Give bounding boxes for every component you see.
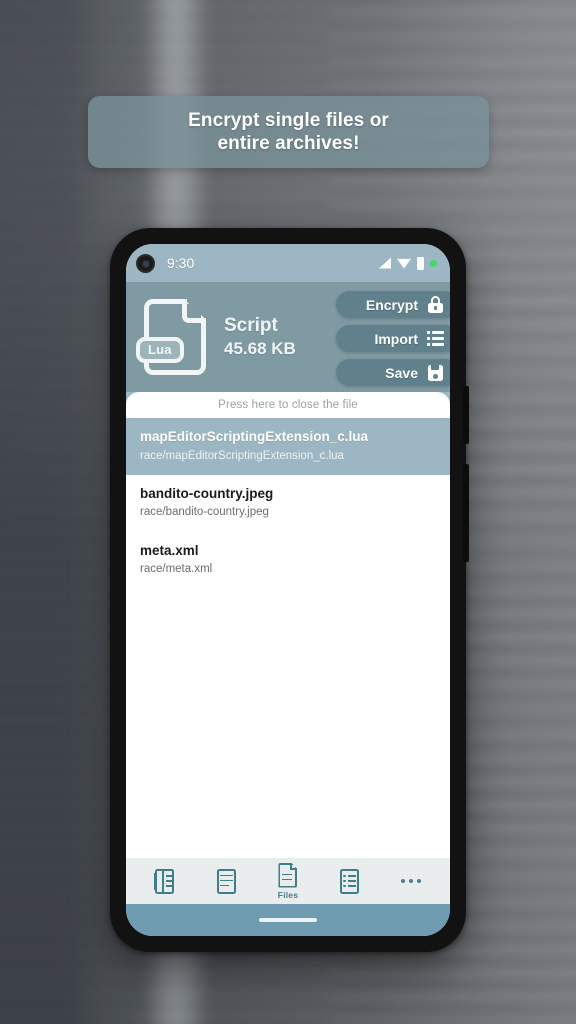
tab-more[interactable] [386,869,436,894]
battery-icon [417,256,424,270]
file-path: race/bandito-country.jpeg [140,506,269,519]
close-file-strip[interactable]: Press here to close the file [126,392,450,418]
promo-banner: Encrypt single files or entire archives! [88,96,489,168]
document-icon [215,868,238,894]
file-path: race/meta.xml [140,563,213,576]
promo-line-1: Encrypt single files or [188,109,389,131]
phone-mockup: 9:30 Lua Script 45.68 KB Encrypt Import … [110,228,469,952]
list-item[interactable]: mapEditorScriptingExtension_c.lua race/m… [126,418,450,475]
numbered-list-icon [427,330,444,347]
phone-side-button-power[interactable] [463,464,469,562]
promo-line-2: entire archives! [217,133,360,154]
files-page-icon [276,862,299,888]
home-indicator[interactable] [259,918,317,922]
lua-file-icon-badge: Lua [136,337,184,363]
file-list: mapEditorScriptingExtension_c.lua race/m… [126,418,450,858]
tab-files[interactable]: Files [263,862,313,900]
status-clock: 9:30 [167,255,195,271]
status-icon-group [379,256,437,270]
signal-icon [379,257,391,269]
save-button-label: Save [385,364,418,381]
file-path: race/mapEditorScriptingExtension_c.lua [140,449,344,462]
lua-file-icon: Lua [136,299,206,375]
tab-bullet-list[interactable] [325,868,375,894]
import-button[interactable]: Import [336,325,450,352]
status-bar: 9:30 [126,244,450,282]
file-meta: Script 45.68 KB [224,314,296,360]
action-button-stack: Encrypt Import Save [336,291,450,386]
file-header: Lua Script 45.68 KB Encrypt Import Save [126,282,450,392]
bullet-list-icon [338,868,361,894]
list-item[interactable]: meta.xml race/meta.xml [126,532,450,589]
save-button[interactable]: Save [336,359,450,386]
close-file-label: Press here to close the file [218,399,358,411]
home-indicator-area [126,904,450,936]
list-item[interactable]: bandito-country.jpeg race/bandito-countr… [126,475,450,532]
promo-banner-text: Encrypt single files or entire archives! [188,109,389,155]
bottom-tab-bar: Files [126,858,450,904]
floppy-disk-icon [427,364,444,381]
more-dots-icon [400,869,423,894]
encrypt-button[interactable]: Encrypt [336,291,450,318]
import-button-label: Import [374,330,418,347]
file-name: bandito-country.jpeg [140,485,274,501]
close-file-strip-inner: Press here to close the file [126,392,450,418]
tab-files-label: Files [277,889,299,900]
wifi-icon [397,258,411,269]
encrypt-button-label: Encrypt [365,296,418,313]
tab-document[interactable] [201,868,251,894]
book-columns-icon [153,868,176,894]
file-name: mapEditorScriptingExtension_c.lua [140,429,369,444]
phone-side-button-volume[interactable] [463,386,469,444]
file-size: 45.68 KB [224,338,296,358]
phone-screen: 9:30 Lua Script 45.68 KB Encrypt Import … [126,244,450,936]
lock-icon [427,296,444,313]
recording-dot-icon [430,259,437,267]
tab-book-columns[interactable] [140,868,190,894]
file-type-title: Script [224,315,278,337]
lua-file-icon-fold [182,299,206,323]
file-name: meta.xml [140,542,199,558]
front-camera-cutout [136,253,155,273]
